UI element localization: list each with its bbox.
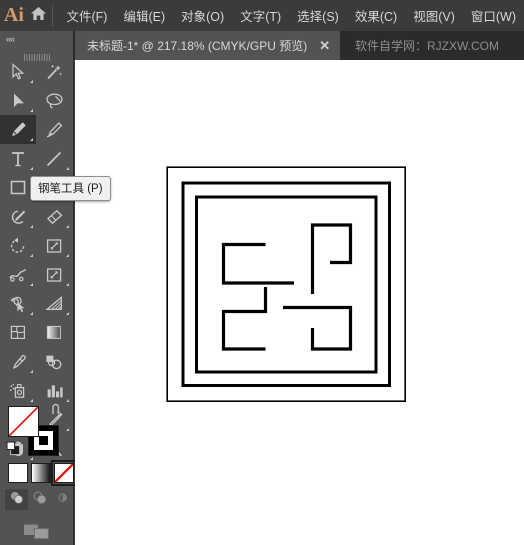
perspective-grid-icon: [44, 295, 64, 313]
draw-behind-icon: [33, 491, 47, 509]
rectangle-icon: [9, 179, 27, 196]
drawing-behind-button[interactable]: [28, 489, 51, 510]
free-transform-icon: [45, 266, 64, 284]
document-tab[interactable]: 未标题-1* @ 217.18% (CMYK/GPU 预览) ✕: [75, 31, 341, 60]
draw-inside-icon: [56, 491, 70, 509]
home-icon: [30, 6, 47, 26]
screen-mode-button[interactable]: [0, 521, 73, 545]
menu-type[interactable]: 文字(T): [232, 2, 289, 29]
menu-edit[interactable]: 编辑(E): [115, 2, 173, 29]
menu-divider: [51, 4, 53, 27]
menu-select[interactable]: 选择(S): [289, 2, 347, 29]
type-tool[interactable]: [0, 144, 36, 173]
fill-stroke-group: [0, 403, 73, 465]
app-logo: Ai: [3, 4, 24, 26]
screen-mode-icon: [23, 521, 51, 545]
menu-item-list: 文件(F) 编辑(E) 对象(O) 文字(T) 选择(S) 效果(C) 视图(V…: [59, 2, 524, 29]
pen-icon: [9, 120, 28, 139]
gradient-mode-button[interactable]: [31, 463, 51, 483]
tool-tooltip: 钢笔工具 (P): [30, 176, 111, 201]
collapse-panel-icon[interactable]: ««: [6, 34, 15, 44]
direct-selection-tool[interactable]: [0, 86, 36, 115]
tools-panel-header: ««: [0, 31, 73, 61]
cursor-arrow-outline-icon: [10, 62, 27, 81]
tab-strip: 未标题-1* @ 217.18% (CMYK/GPU 预览) ✕ 软件自学网：R…: [0, 31, 524, 60]
shaper-pencil-tool[interactable]: [0, 202, 36, 231]
draw-normal-icon: [10, 491, 24, 509]
menu-view[interactable]: 视图(V): [405, 2, 463, 29]
eyedropper-icon: [9, 353, 28, 371]
curvature-tool[interactable]: [36, 115, 72, 144]
mesh-icon: [9, 324, 27, 341]
document-tab-title: 未标题-1* @ 217.18% (CMYK/GPU 预览): [87, 39, 308, 53]
artwork-vector: [166, 166, 407, 403]
line-segment-tool[interactable]: [36, 144, 72, 173]
tools-panel: «« 钢笔工具 (P): [0, 31, 111, 545]
magic-wand-tool[interactable]: [36, 57, 72, 86]
menu-object[interactable]: 对象(O): [173, 2, 232, 29]
pen-tool[interactable]: [0, 115, 36, 144]
blend-icon: [44, 353, 64, 371]
menu-effect[interactable]: 效果(C): [347, 2, 405, 29]
default-fill-stroke-icon[interactable]: [6, 441, 21, 461]
artboard[interactable]: [166, 166, 411, 411]
menu-window[interactable]: 窗口(W): [463, 2, 524, 29]
menu-bar: Ai 文件(F) 编辑(E) 对象(O) 文字(T) 选择(S) 效果(C) 视…: [0, 0, 524, 31]
gradient-tool[interactable]: [36, 318, 72, 347]
blend-tool[interactable]: [36, 347, 72, 376]
scale-tool[interactable]: [36, 231, 72, 260]
swap-fill-stroke-icon[interactable]: [50, 403, 63, 421]
lasso-tool[interactable]: [36, 86, 72, 115]
home-button[interactable]: [28, 6, 50, 26]
magic-wand-icon: [45, 63, 63, 81]
paint-mode-buttons: [8, 460, 77, 486]
color-mode-button[interactable]: [8, 463, 28, 483]
pencil-circle-icon: [9, 208, 28, 226]
mesh-tool[interactable]: [0, 318, 36, 347]
perspective-grid-tool[interactable]: [36, 289, 72, 318]
line-segment-icon: [45, 150, 63, 168]
rotate-tool[interactable]: [0, 231, 36, 260]
eraser-tool[interactable]: [36, 202, 72, 231]
color-controls: [0, 403, 77, 540]
rotate-icon: [9, 237, 28, 255]
type-T-icon: [10, 150, 26, 168]
curvature-pen-icon: [45, 120, 64, 139]
drawing-mode-buttons: [5, 489, 74, 510]
menu-file[interactable]: 文件(F): [59, 2, 116, 29]
scale-icon: [45, 237, 64, 255]
width-warp-icon: [8, 266, 28, 284]
shape-builder-icon: [8, 295, 28, 313]
column-graph-tool[interactable]: [36, 376, 72, 405]
document-canvas[interactable]: [75, 60, 524, 545]
symbol-sprayer-tool[interactable]: [0, 376, 36, 405]
close-icon[interactable]: ✕: [307, 39, 340, 52]
fill-swatch[interactable]: [8, 406, 39, 437]
illustrator-window: Ai 文件(F) 编辑(E) 对象(O) 文字(T) 选择(S) 效果(C) 视…: [0, 0, 524, 545]
watermark-text: 软件自学网：RJZXW.COM: [355, 39, 499, 53]
free-transform-tool[interactable]: [36, 260, 72, 289]
none-mode-button[interactable]: [51, 460, 77, 486]
selection-tool[interactable]: [0, 57, 36, 86]
width-tool[interactable]: [0, 260, 36, 289]
eraser-icon: [45, 208, 64, 226]
cursor-arrow-filled-icon: [11, 92, 25, 110]
eyedropper-tool[interactable]: [0, 347, 36, 376]
lasso-icon: [45, 92, 64, 110]
symbol-sprayer-icon: [8, 382, 28, 400]
shape-builder-tool[interactable]: [0, 289, 36, 318]
drawing-normal-button[interactable]: [5, 489, 28, 510]
drawing-inside-button[interactable]: [51, 489, 74, 510]
bar-graph-icon: [45, 382, 64, 400]
gradient-icon: [45, 324, 63, 341]
